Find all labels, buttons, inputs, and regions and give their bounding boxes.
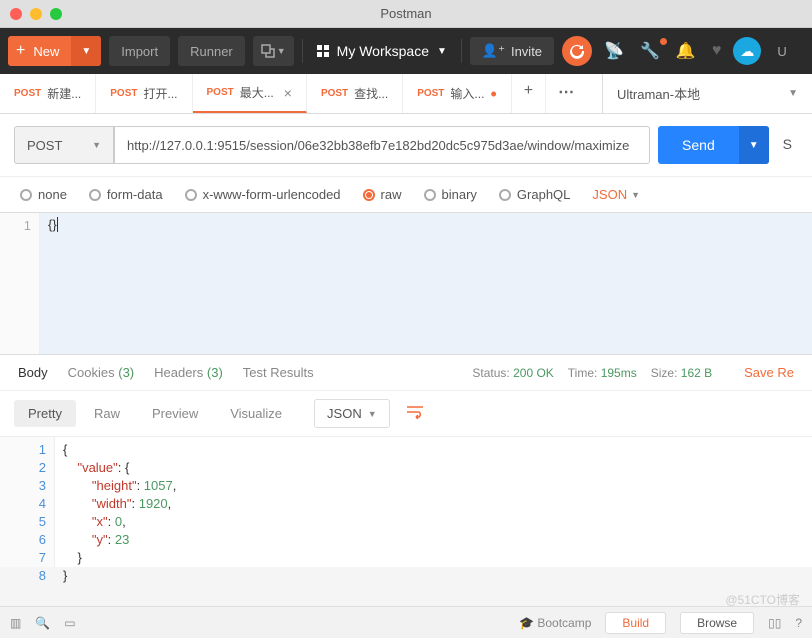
tab-test-results[interactable]: Test Results	[243, 365, 314, 380]
request-tab-1[interactable]: POST打开...	[96, 74, 192, 113]
build-button[interactable]: Build	[605, 612, 666, 634]
app-title: Postman	[380, 6, 431, 21]
chevron-down-icon[interactable]: ▼	[71, 36, 101, 66]
minimize-window-button[interactable]	[30, 8, 42, 20]
invite-button[interactable]: 👤⁺ Invite	[470, 37, 554, 65]
chevron-down-icon: ▼	[92, 140, 101, 150]
chevron-down-icon: ▼	[368, 409, 377, 419]
upgrade-cut[interactable]: U	[777, 44, 786, 59]
response-tabs: Body Cookies (3) Headers (3) Test Result…	[0, 355, 812, 391]
url-input[interactable]: http://127.0.0.1:9515/session/06e32bb38e…	[114, 126, 650, 164]
new-label: New	[33, 44, 71, 59]
request-url-row: POST ▼ http://127.0.0.1:9515/session/06e…	[0, 114, 812, 177]
traffic-lights	[10, 8, 62, 20]
sync-button[interactable]	[562, 36, 592, 66]
body-type-none[interactable]: none	[20, 187, 67, 202]
tab-body[interactable]: Body	[18, 365, 48, 380]
close-icon[interactable]: ×	[284, 85, 292, 101]
new-button[interactable]: + New ▼	[8, 36, 101, 66]
request-tab-4[interactable]: POST输入...•	[403, 74, 512, 113]
find-icon[interactable]: 🔍	[35, 616, 50, 630]
maximize-window-button[interactable]	[50, 8, 62, 20]
close-window-button[interactable]	[10, 8, 22, 20]
wrap-lines-icon[interactable]	[406, 405, 424, 422]
bell-icon[interactable]: 🔔	[672, 41, 700, 61]
satellite-icon[interactable]: 📡	[600, 41, 628, 61]
plus-icon: +	[8, 42, 33, 60]
environment-name: Ultraman-本地	[617, 84, 700, 103]
person-plus-icon: 👤⁺	[482, 43, 505, 59]
size-value: 162 B	[681, 366, 712, 380]
body-type-formdata[interactable]: form-data	[89, 187, 163, 202]
resp-gutter: 12345678	[0, 437, 55, 567]
save-response-button[interactable]: Save Re	[744, 365, 794, 380]
view-pretty[interactable]: Pretty	[14, 400, 76, 427]
time-value: 195ms	[601, 366, 637, 380]
main-toolbar: + New ▼ Import Runner ▼ My Workspace ▼ 👤…	[0, 28, 812, 74]
chevron-down-icon: ▼	[631, 190, 640, 200]
status-value: 200 OK	[513, 366, 554, 380]
request-body-content: {}	[48, 217, 57, 232]
invite-label: Invite	[511, 44, 542, 59]
chevron-down-icon[interactable]: ▼	[739, 126, 769, 164]
send-button[interactable]: Send ▼	[658, 126, 769, 164]
line-gutter: 1	[0, 213, 40, 354]
runner-button[interactable]: Runner	[178, 36, 245, 66]
request-tab-3[interactable]: POST查找...	[307, 74, 403, 113]
response-view-toolbar: Pretty Raw Preview Visualize JSON▼	[0, 391, 812, 437]
add-tab-button[interactable]: +	[512, 74, 546, 113]
sync-icon	[569, 43, 585, 59]
chevron-down-icon: ▼	[437, 46, 447, 57]
wrench-icon[interactable]: 🔧	[636, 41, 664, 61]
body-type-raw[interactable]: raw	[363, 187, 402, 202]
send-label: Send	[658, 137, 739, 153]
browse-button[interactable]: Browse	[680, 612, 754, 634]
help-icon[interactable]: ?	[795, 616, 802, 630]
console-icon[interactable]: ▭	[64, 616, 75, 630]
tab-headers[interactable]: Headers (3)	[154, 365, 223, 380]
response-meta: Status: 200 OK Time: 195ms Size: 162 B	[472, 366, 712, 380]
status-bar: ▥ 🔍 ▭ 🎓 Bootcamp Build Browse ▯▯ ?	[0, 606, 812, 638]
heart-icon[interactable]: ♥	[708, 42, 726, 60]
workspace-label: My Workspace	[337, 43, 429, 59]
response-body[interactable]: 12345678 { "value": { "height": 1057, "w…	[0, 437, 812, 567]
grid-icon	[317, 45, 329, 57]
method-value: POST	[27, 138, 62, 153]
view-visualize[interactable]: Visualize	[216, 400, 296, 427]
two-pane-icon[interactable]: ▯▯	[768, 616, 781, 630]
chevron-down-icon: ▼	[788, 88, 798, 99]
environment-selector[interactable]: Ultraman-本地 ▼	[602, 74, 812, 113]
body-type-bar: none form-data x-www-form-urlencoded raw…	[0, 177, 812, 213]
body-type-binary[interactable]: binary	[424, 187, 477, 202]
request-body-editor[interactable]: 1 {}	[0, 213, 812, 355]
body-type-graphql[interactable]: GraphQL	[499, 187, 570, 202]
response-body-content: { "value": { "height": 1057, "width": 19…	[55, 437, 812, 567]
sidebar-toggle-icon[interactable]: ▥	[10, 616, 21, 630]
cloud-icon: ☁	[740, 43, 754, 60]
tab-cookies[interactable]: Cookies (3)	[68, 365, 134, 380]
avatar[interactable]: ☁	[733, 37, 761, 65]
raw-format-selector[interactable]: JSON▼	[592, 187, 640, 202]
response-format-selector[interactable]: JSON▼	[314, 399, 390, 428]
tab-bar: POST新建... POST打开... POST最大...× POST查找...…	[0, 74, 812, 114]
capture-button[interactable]: ▼	[253, 36, 294, 66]
import-button[interactable]: Import	[109, 36, 170, 66]
request-tab-2[interactable]: POST最大...×	[193, 74, 307, 113]
body-type-urlencoded[interactable]: x-www-form-urlencoded	[185, 187, 341, 202]
more-tabs-button[interactable]: ⋯	[546, 74, 586, 113]
method-selector[interactable]: POST ▼	[14, 126, 114, 164]
view-preview[interactable]: Preview	[138, 400, 212, 427]
save-button[interactable]: S	[777, 126, 798, 164]
workspace-selector[interactable]: My Workspace ▼	[311, 43, 453, 59]
bootcamp-button[interactable]: 🎓 Bootcamp	[519, 616, 591, 630]
request-tab-0[interactable]: POST新建...	[0, 74, 96, 113]
titlebar: Postman	[0, 0, 812, 28]
view-raw[interactable]: Raw	[80, 400, 134, 427]
